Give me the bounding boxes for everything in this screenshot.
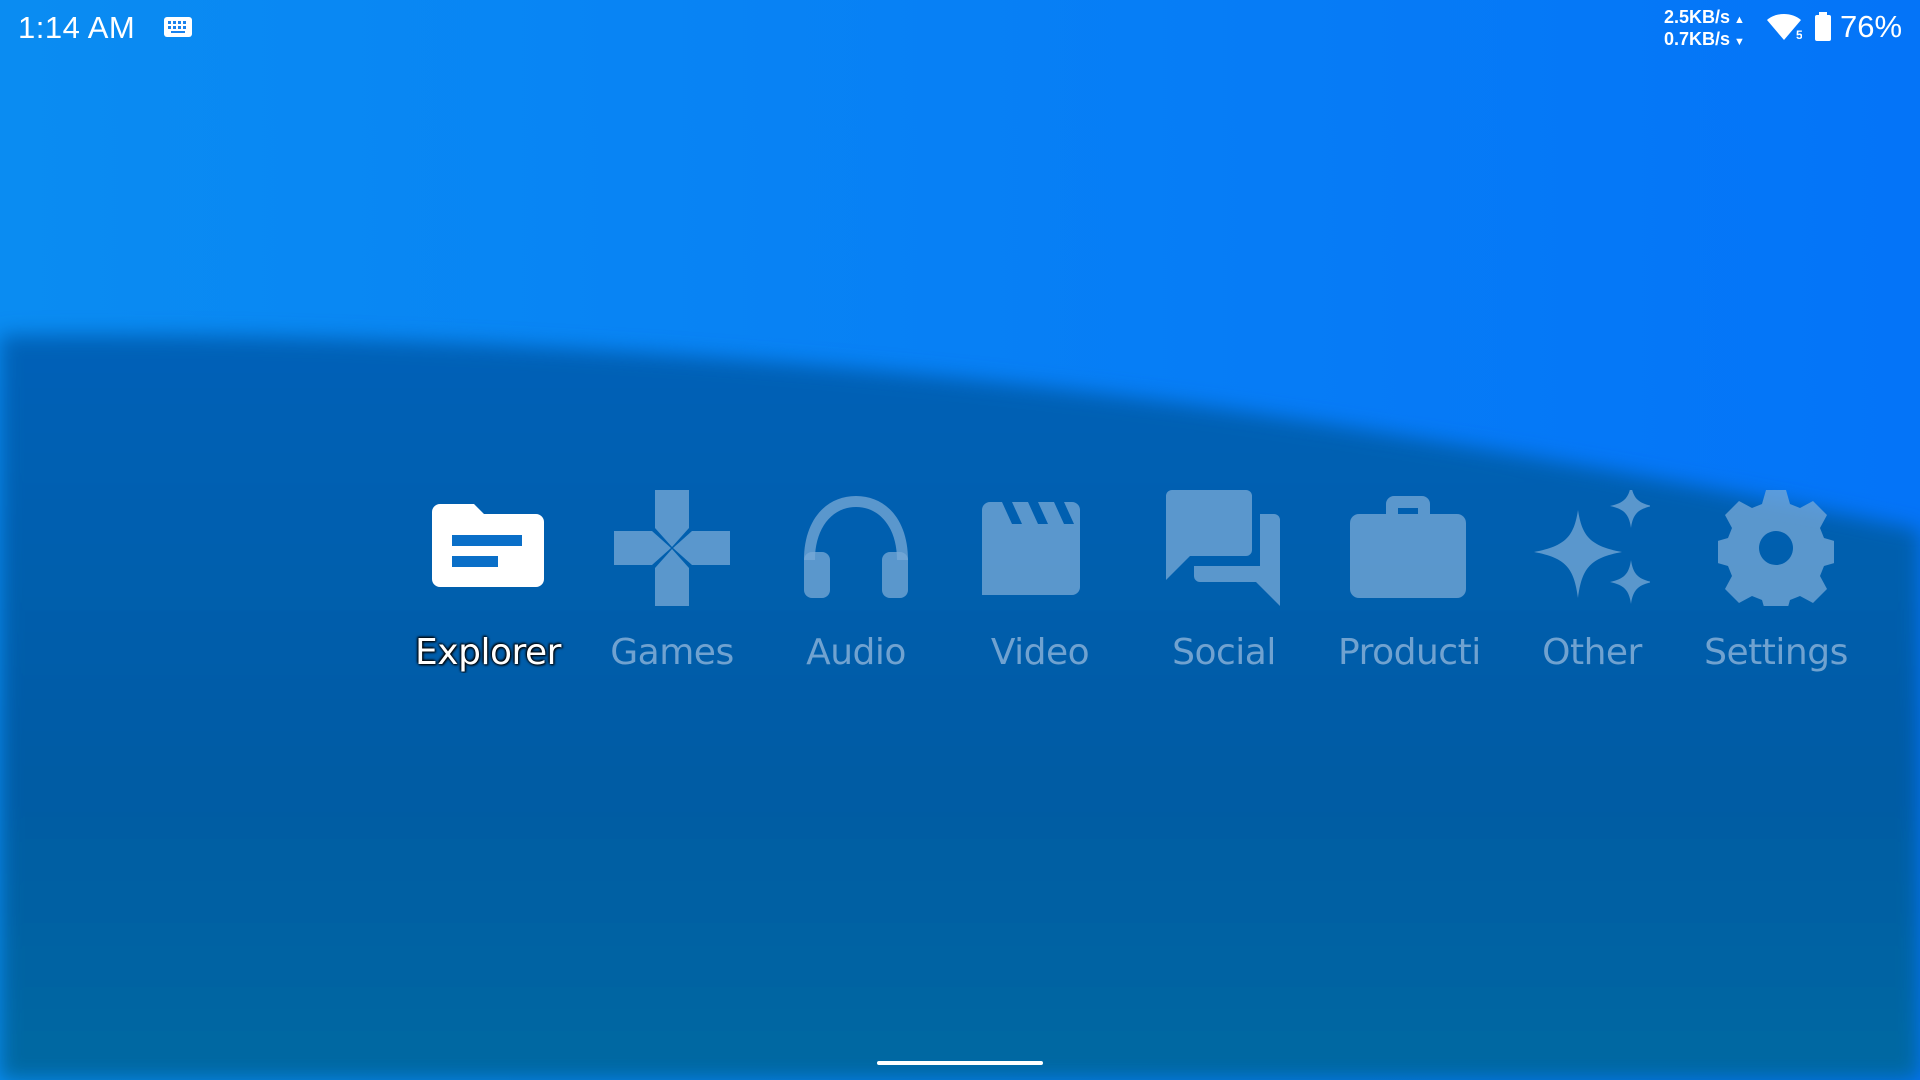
upload-speed: 2.5KB/s — [1664, 7, 1731, 27]
launcher-item-label: Audio — [806, 632, 906, 673]
clapperboard-icon — [982, 502, 1080, 595]
briefcase-icon — [1350, 496, 1466, 598]
launcher-item-label: Video — [990, 632, 1090, 673]
launcher-item-label: Explorer — [415, 632, 561, 673]
wifi-badge: 5 — [1796, 28, 1802, 42]
category-launcher: Explorer Games Audio Video Social Produc… — [396, 490, 1868, 690]
launcher-item-label: Games — [610, 632, 734, 673]
home-screen: 1:14 AM 2.5KB/s ▲ 0.7KB/s ▼ 5 76% Explor… — [0, 0, 1920, 1080]
gear-icon — [1718, 490, 1834, 606]
download-speed: 0.7KB/s — [1664, 29, 1731, 49]
launcher-item-social[interactable]: Social — [1132, 490, 1316, 690]
launcher-item-label: Social — [1172, 632, 1276, 673]
launcher-item-label: Settings — [1704, 632, 1848, 673]
gamepad-icon — [614, 490, 730, 606]
launcher-item-label: Productivity — [1338, 632, 1478, 673]
wifi-icon: 5 — [1767, 14, 1802, 42]
chat-bubbles-icon — [1166, 490, 1280, 606]
network-speed: 2.5KB/s ▲ 0.7KB/s ▼ — [1664, 8, 1745, 52]
folder-icon — [432, 504, 544, 587]
sparkles-icon — [1534, 490, 1650, 604]
battery-icon — [1815, 12, 1831, 41]
clock: 1:14 AM — [18, 10, 136, 45]
keyboard-icon — [164, 17, 192, 37]
launcher-item-audio[interactable]: Audio — [764, 490, 948, 690]
launcher-item-video[interactable]: Video — [948, 490, 1132, 690]
status-bar: 1:14 AM 2.5KB/s ▲ 0.7KB/s ▼ 5 76% — [0, 0, 1920, 56]
launcher-item-games[interactable]: Games — [580, 490, 764, 690]
launcher-item-productivity[interactable]: Productivity — [1316, 490, 1500, 690]
launcher-item-other[interactable]: Other — [1500, 490, 1684, 690]
headphones-icon — [804, 496, 908, 598]
launcher-item-explorer[interactable]: Explorer — [396, 490, 580, 690]
gesture-nav-handle[interactable] — [877, 1061, 1043, 1065]
battery-level: 76% — [1840, 9, 1903, 44]
launcher-item-settings[interactable]: Settings — [1684, 490, 1868, 690]
upload-arrow-icon: ▲ — [1734, 14, 1745, 26]
download-arrow-icon: ▼ — [1734, 36, 1745, 48]
launcher-item-label: Other — [1542, 632, 1642, 673]
